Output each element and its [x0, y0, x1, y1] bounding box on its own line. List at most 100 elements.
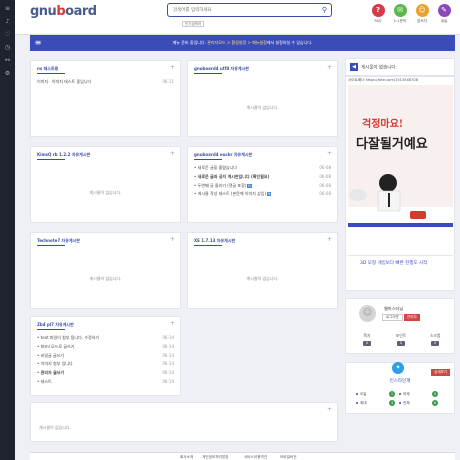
bird-icon: ✦	[392, 362, 404, 374]
board-panel: gnuboard4 euckr 자유게시판 + • 새로운 글을 올렸습니다 06…	[187, 146, 338, 223]
more-icon[interactable]: +	[327, 64, 332, 71]
visitor-cell: 어제 0	[399, 390, 442, 398]
empty-message: 게시물이 없습니다.	[89, 276, 122, 281]
board-panel: ns 테스트용 + 이미지 · 이미지 테스트 중입니다 06-11	[30, 60, 181, 137]
stat-memo[interactable]: 쪽지 0	[350, 333, 384, 346]
admin-button[interactable]: 관리자	[404, 314, 420, 321]
quick-label: 1:1문의	[393, 19, 407, 23]
visitor-cell: 전체 6	[399, 399, 442, 407]
post-list: • text 파일이 첨부 됩니다. 수정하기 06-14 • html 모드로 …	[37, 334, 174, 387]
stat-point[interactable]: 포인트 0	[384, 333, 418, 346]
quick-faq-button[interactable]: ? FAQ	[367, 4, 389, 23]
stat-scrap[interactable]: 스크랩 0	[418, 333, 452, 346]
quick-label: 접속자	[417, 19, 427, 23]
user-icon: ☺	[415, 4, 429, 17]
visitor-detail-button[interactable]: 상세보기	[431, 369, 450, 376]
footer-link[interactable]: 개인정보처리방침	[202, 455, 228, 460]
board-title[interactable]: gnuboard4 euckr 자유게시판	[194, 152, 252, 158]
board-panel: KimsQ rb 1.2.2 자유게시판 + 게시물이 없습니다.	[30, 146, 181, 223]
board-title[interactable]: ns 테스트용	[37, 66, 58, 72]
empty-message: 게시물이 없습니다.	[246, 276, 279, 281]
board-title[interactable]: XE 1.7.13 자유게시판	[194, 238, 235, 244]
title-underline	[37, 159, 65, 160]
popular-search-button[interactable]: 인기검색어	[182, 21, 205, 27]
footer-link[interactable]: 회사소개	[180, 455, 193, 460]
avatar: ☺	[359, 305, 376, 322]
board-panel: Zb4 pl7 자유게시판 + • text 파일이 첨부 됩니다. 수정하기 0…	[30, 316, 181, 396]
footer: 회사소개 개인정보처리방침 서비스이용약관 모바일버전	[30, 452, 455, 460]
menu-icon[interactable]: ≡	[0, 2, 15, 15]
search-icon[interactable]: ⚲	[320, 6, 329, 14]
title-underline	[194, 245, 222, 246]
more-icon[interactable]: +	[170, 64, 175, 71]
list-item[interactable]: • text 파일이 첨부 됩니다. 수정하기 06-14	[37, 334, 174, 343]
quick-new-posts-button[interactable]: ✎ 새글	[433, 4, 455, 24]
question-icon: ?	[371, 4, 385, 17]
visitor-cell: 오늘 1	[356, 390, 399, 398]
search-box: ⚲	[167, 3, 332, 17]
header: gnuboard ⚲ 인기검색어 ? FAQ ✉ 1:1문의 ☺ 접속자 ✎ 새…	[15, 0, 460, 35]
list-item[interactable]: • 이미지 첨부 입니다 06-14	[37, 360, 174, 369]
ad-illustration: 걱정마요! 다잘될거예요	[348, 85, 453, 240]
main-nav: ≡ 메뉴 준비 중입니다. 관리자모드 > 환경설정 > 메뉴설정에서 설정하실…	[30, 35, 455, 51]
list-item[interactable]: • 두번째 글 올리기 (댓글 포함) N 06-08	[194, 182, 331, 191]
list-item[interactable]: 이미지 · 이미지 테스트 중입니다 06-11	[37, 78, 174, 87]
board-title[interactable]: Technote7 자유게시판	[37, 238, 80, 244]
menu-notice: 메뉴 준비 중입니다. 관리자모드 > 환경설정 > 메뉴설정에서 설정하실 수…	[172, 40, 313, 45]
quick-inquiry-button[interactable]: ✉ 1:1문의	[389, 4, 411, 24]
speaker-icon: ◀	[350, 63, 358, 71]
mail-icon: ✉	[393, 4, 407, 17]
new-badge: N	[247, 183, 252, 188]
quick-label: FAQ	[374, 19, 382, 23]
link-icon[interactable]: ⚯	[0, 54, 15, 67]
board-panel: + 게시물이 없습니다.	[30, 402, 338, 442]
title-underline	[194, 73, 222, 74]
ad-person-image	[348, 174, 453, 240]
page: ≡ ♪ ♡ ◷ ⚯ ⚙ gnuboard ⚲ 인기검색어 ? FAQ ✉ 1:1…	[0, 0, 460, 460]
empty-message: 게시물이 없습니다.	[246, 105, 279, 110]
notice-widget: ◀ 게시물이 없습니다.	[345, 58, 455, 76]
quick-visitors-button[interactable]: ☺ 접속자	[411, 4, 433, 24]
visitor-widget: ✦ 상세보기 인스타인계 오늘 1 어제 0 최대 3 전체 6	[345, 362, 455, 414]
footer-link[interactable]: 서비스이용약관	[244, 455, 267, 460]
logout-button[interactable]: 로그아웃	[382, 314, 403, 321]
bell-icon[interactable]: ♪	[0, 15, 15, 28]
list-item[interactable]: • 새로운 글과 공지 게시판입니다 (확인필요) 06-08	[194, 173, 331, 182]
list-item[interactable]: • 테스트 06-14	[37, 378, 174, 387]
footer-link[interactable]: 모바일버전	[280, 455, 297, 460]
site-logo[interactable]: gnuboard	[30, 4, 97, 19]
more-icon[interactable]: +	[170, 150, 175, 157]
pencil-icon: ✎	[437, 4, 451, 17]
board-title[interactable]: gnuboard4 utf8 자유게시판	[194, 66, 249, 72]
empty-message: 게시물이 없습니다.	[39, 425, 71, 430]
title-underline	[37, 245, 65, 246]
board-panel: XE 1.7.13 자유게시판 + 게시물이 없습니다.	[187, 232, 338, 309]
search-input[interactable]	[168, 4, 316, 16]
profile-widget: ☺ 웹마스터님 로그아웃 관리자 쪽지 0 포인트 0 스크랩 0	[345, 298, 455, 354]
list-item[interactable]: • 관리자 글쓰기 06-14	[37, 369, 174, 378]
more-icon[interactable]: +	[170, 236, 175, 243]
board-panel: Technote7 자유게시판 + 게시물이 없습니다.	[30, 232, 181, 309]
ad-banner[interactable]: 사이트배너 https://site.com/1513548708 걱정마요! …	[345, 76, 455, 291]
list-item[interactable]: • 새로운 글을 올렸습니다 06-08	[194, 164, 331, 173]
ad-bottom-banner: 3D 모형 게임보다 빠른 진행도 시작	[348, 255, 453, 275]
clock-icon[interactable]: ◷	[0, 41, 15, 54]
more-icon[interactable]: +	[327, 150, 332, 157]
admin-menu-link[interactable]: 관리자모드 > 환경설정 > 메뉴설정	[207, 40, 267, 45]
title-underline	[37, 73, 65, 74]
title-underline	[37, 329, 65, 330]
more-icon[interactable]: +	[327, 406, 332, 413]
heart-icon[interactable]: ♡	[0, 28, 15, 41]
list-item[interactable]: • 게시물 작성 테스트 (본문에 이미지 삽입) N 06-08	[194, 190, 331, 199]
list-item[interactable]: • html 모드로 글쓰기 06-14	[37, 343, 174, 352]
gear-icon[interactable]: ⚙	[0, 67, 15, 80]
post-list: 이미지 · 이미지 테스트 중입니다 06-11	[37, 78, 174, 87]
title-underline	[194, 159, 222, 160]
more-icon[interactable]: +	[170, 320, 175, 327]
list-item[interactable]: • 비밀글 글쓰기 06-14	[37, 352, 174, 361]
board-title[interactable]: KimsQ rb 1.2.2 자유게시판	[37, 152, 90, 158]
ad-url: 사이트배너 https://site.com/1513548708	[348, 78, 418, 82]
board-title[interactable]: Zb4 pl7 자유게시판	[37, 322, 74, 328]
more-icon[interactable]: +	[327, 236, 332, 243]
ad-headline-1: 걱정마요!	[362, 119, 404, 130]
